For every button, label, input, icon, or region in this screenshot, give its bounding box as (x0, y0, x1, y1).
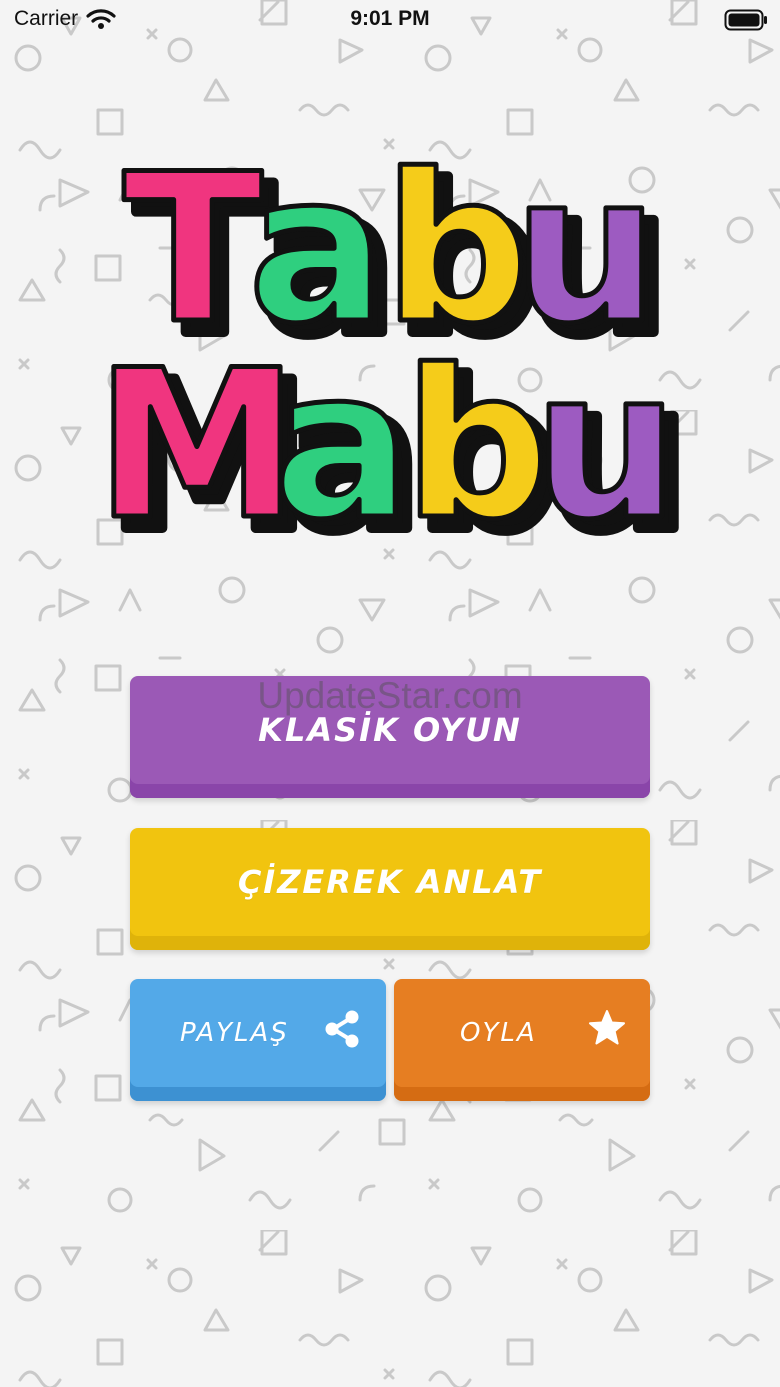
star-icon (589, 1010, 625, 1045)
share-icon (325, 1010, 359, 1048)
status-time: 9:01 PM (350, 7, 430, 30)
rate-label: OYLA (460, 1018, 537, 1048)
classic-game-label: KLASİK OYUN (258, 711, 522, 749)
battery-icon (724, 9, 767, 31)
share-label: PAYLAŞ (180, 1018, 289, 1048)
logo-letter: M (95, 327, 299, 550)
logo-letter: u (533, 327, 679, 550)
logo-letter: a (273, 327, 411, 550)
logo-letter: b (403, 327, 550, 550)
rate-button[interactable]: OYLA (394, 979, 650, 1101)
draw-explain-button[interactable]: ÇİZEREK ANLAT (130, 828, 650, 950)
share-button[interactable]: PAYLAŞ (130, 979, 386, 1101)
draw-explain-label: ÇİZEREK ANLAT (237, 863, 543, 901)
app-logo: T a b u T a b u M a b u M a b u (95, 150, 685, 550)
status-bar: Carrier 9:01 PM (0, 0, 780, 44)
classic-game-button[interactable]: KLASİK OYUN (130, 676, 650, 798)
